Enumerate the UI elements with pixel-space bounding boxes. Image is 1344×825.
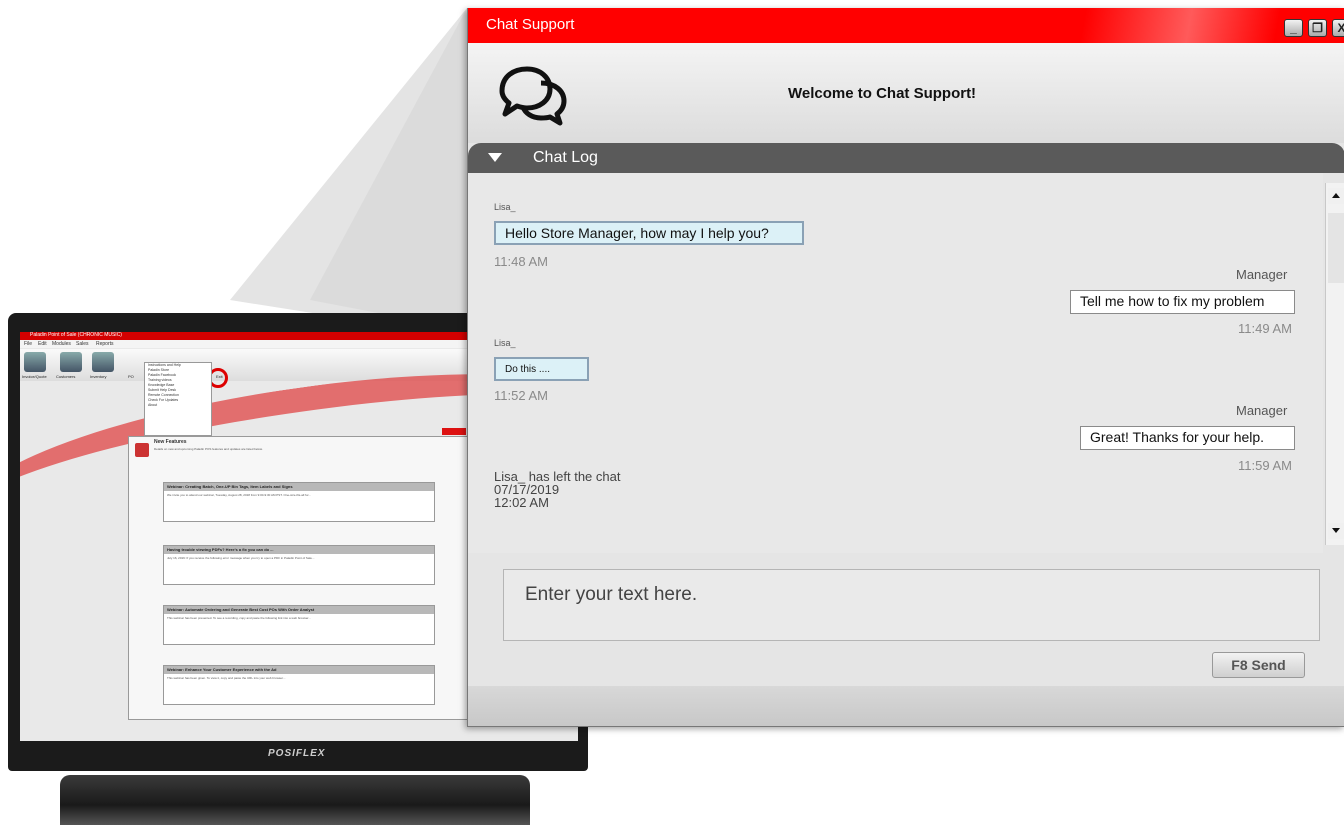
message-sender: Lisa_ [494, 338, 516, 348]
help-dropdown-menu: Instructions and Help Paladin Store Pala… [144, 362, 212, 436]
customers-tool-icon[interactable] [60, 352, 82, 372]
invoice-tool-icon[interactable] [24, 352, 46, 372]
pos-menu-modules[interactable]: Modules [52, 341, 71, 347]
message-time: 11:49 AM [1238, 321, 1292, 336]
collapse-arrow-icon[interactable] [488, 153, 502, 162]
panel-subtitle: Details on new and upcoming Paladin POS … [154, 447, 263, 451]
feature-card[interactable]: Having trouble viewing PDFs? Here's a fi… [163, 545, 435, 585]
new-features-panel: New Features Details on new and upcoming… [128, 436, 470, 720]
window-title: Chat Support [486, 16, 575, 33]
pos-menu-reports[interactable]: Reports [96, 341, 114, 347]
close-button[interactable]: X [1332, 19, 1344, 37]
scroll-up-arrow-icon[interactable] [1328, 188, 1344, 204]
chat-log-title: Chat Log [533, 149, 598, 166]
card-title: Webinar: Enhance Your Customer Experienc… [164, 666, 434, 674]
left-chat-time: 12:02 AM [494, 495, 549, 510]
gift-icon [135, 443, 149, 457]
dropdown-item[interactable]: About [145, 403, 211, 408]
incoming-message: Do this .... [494, 357, 589, 381]
panel-title: New Features [154, 439, 187, 445]
pos-menu-edit[interactable]: Edit [38, 341, 47, 347]
welcome-header: Welcome to Chat Support! [468, 43, 1344, 143]
pos-tool-label: Exit [216, 374, 223, 379]
maximize-button[interactable]: ❐ [1308, 19, 1327, 37]
message-time: 11:48 AM [494, 254, 548, 269]
feature-card[interactable]: Webinar: Automate Ordering and Generate … [163, 605, 435, 645]
card-title: Webinar: Automate Ordering and Generate … [164, 606, 434, 614]
feature-card[interactable]: Webinar: Creating Batch, One-UP Bin Tags… [163, 482, 435, 522]
card-body: We invite you to attend our webinar, Tue… [167, 493, 311, 497]
card-title: Webinar: Creating Batch, One-UP Bin Tags… [164, 483, 434, 491]
chat-support-window: Chat Support _ ❐ X Welcome to Chat Suppo… [467, 8, 1344, 727]
outgoing-message: Great! Thanks for your help. [1080, 426, 1295, 450]
inventory-tool-icon[interactable] [92, 352, 114, 372]
pos-title-text: Paladin Point of Sale (CHRONIC MUSIC) [30, 332, 122, 338]
send-button[interactable]: F8 Send [1212, 652, 1305, 678]
pos-tool-label: Customers [56, 374, 76, 379]
minimize-button[interactable]: _ [1284, 19, 1303, 37]
outgoing-message: Tell me how to fix my problem [1070, 290, 1295, 314]
pos-tool-label: Inventory [90, 374, 107, 379]
welcome-message: Welcome to Chat Support! [788, 85, 977, 102]
message-time: 11:59 AM [1238, 458, 1292, 473]
card-body: This webinar has been given. To view it,… [167, 676, 286, 680]
scroll-down-arrow-icon[interactable] [1328, 523, 1344, 539]
pos-menu-sales[interactable]: Sales [76, 341, 89, 347]
feature-card[interactable]: Webinar: Enhance Your Customer Experienc… [163, 665, 435, 705]
message-sender: Lisa_ [494, 202, 516, 212]
pos-tool-label: Invoice/Quote [22, 374, 47, 379]
card-body: July 16, 2019: If you receive the follow… [167, 556, 315, 560]
incoming-message: Hello Store Manager, how may I help you? [494, 221, 804, 245]
chat-log-header[interactable]: Chat Log [468, 143, 1344, 173]
pos-tool-label: PO [128, 374, 134, 379]
message-sender: Manager [1236, 403, 1288, 418]
message-sender: Manager [1236, 267, 1288, 282]
monitor-brand-logo: POSIFLEX [268, 748, 326, 759]
pos-menu-file[interactable]: File [24, 341, 32, 347]
chat-log-scrollbar[interactable] [1325, 183, 1344, 545]
monitor-stand [60, 775, 530, 825]
message-time: 11:52 AM [494, 388, 548, 403]
window-footer [468, 686, 1344, 726]
message-input[interactable]: Enter your text here. [503, 569, 1320, 641]
window-title-bar[interactable]: Chat Support _ ❐ X [468, 8, 1344, 43]
card-body: This webinar has been presented. To see … [167, 616, 311, 620]
scroll-thumb[interactable] [1328, 213, 1344, 283]
chat-ended-notice: Lisa_ has left the chat 07/17/2019 12:02… [494, 470, 620, 509]
chat-bubbles-icon [499, 66, 567, 126]
card-title: Having trouble viewing PDFs? Here's a fi… [164, 546, 434, 554]
chat-log: Lisa_ Hello Store Manager, how may I hel… [468, 173, 1323, 553]
refresh-tab[interactable] [442, 428, 466, 435]
